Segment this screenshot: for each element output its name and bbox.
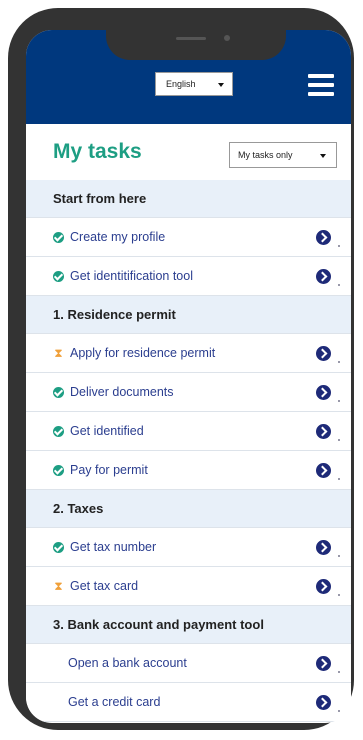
speaker-icon <box>176 37 206 40</box>
dot-marker <box>338 594 340 596</box>
check-circle-icon <box>53 426 64 437</box>
phone-notch <box>106 30 286 60</box>
task-label[interactable]: Apply for residence permit <box>70 346 215 360</box>
task-row[interactable]: Get a credit card <box>26 683 351 722</box>
task-filter-select[interactable]: My tasks only <box>229 142 337 168</box>
task-label[interactable]: Get a credit card <box>68 695 160 709</box>
task-row[interactable]: Create my profile <box>26 218 351 257</box>
task-list: Start from here Create my profile Get id… <box>26 180 351 722</box>
task-label[interactable]: Get tax card <box>70 579 138 593</box>
hourglass-icon: ⧗ <box>54 346 63 360</box>
task-label[interactable]: Create my profile <box>70 230 165 244</box>
arrow-right-circle-icon[interactable] <box>316 346 331 361</box>
arrow-right-circle-icon[interactable] <box>316 695 331 710</box>
language-select[interactable]: English <box>155 72 233 96</box>
task-label[interactable]: Pay for permit <box>70 463 148 477</box>
check-circle-icon <box>53 465 64 476</box>
task-row[interactable]: ⧗ Get tax card <box>26 567 351 606</box>
check-circle-icon <box>53 542 64 553</box>
title-bar: My tasks My tasks only <box>26 124 351 180</box>
arrow-right-circle-icon[interactable] <box>316 385 331 400</box>
task-label[interactable]: Deliver documents <box>70 385 174 399</box>
dot-marker <box>338 671 340 673</box>
check-circle-icon <box>53 271 64 282</box>
arrow-right-circle-icon[interactable] <box>316 424 331 439</box>
task-label[interactable]: Get identified <box>70 424 144 438</box>
task-label[interactable]: Get tax number <box>70 540 156 554</box>
dot-marker <box>338 284 340 286</box>
task-row[interactable]: Get identified <box>26 412 351 451</box>
task-row[interactable]: Open a bank account <box>26 644 351 683</box>
arrow-right-circle-icon[interactable] <box>316 230 331 245</box>
arrow-right-circle-icon[interactable] <box>316 540 331 555</box>
check-circle-icon <box>53 232 64 243</box>
dot-marker <box>338 478 340 480</box>
dot-marker <box>338 245 340 247</box>
task-filter-value: My tasks only <box>238 150 293 160</box>
dot-marker <box>338 361 340 363</box>
task-label[interactable]: Get identitification tool <box>70 269 193 283</box>
app-header: English <box>26 30 351 124</box>
task-row[interactable]: Get tax number <box>26 528 351 567</box>
section-header: 1. Residence permit <box>26 296 351 334</box>
check-circle-icon <box>53 387 64 398</box>
menu-bar <box>308 74 334 78</box>
hourglass-icon: ⧗ <box>54 579 63 593</box>
dot-marker <box>338 555 340 557</box>
section-header: Start from here <box>26 180 351 218</box>
arrow-right-circle-icon[interactable] <box>316 463 331 478</box>
chevron-down-icon <box>218 83 224 87</box>
arrow-right-circle-icon[interactable] <box>316 656 331 671</box>
menu-bar <box>308 92 334 96</box>
phone-frame: English My tasks My tasks only Start fro… <box>8 8 354 730</box>
page-title: My tasks <box>53 140 142 163</box>
dot-marker <box>338 439 340 441</box>
arrow-right-circle-icon[interactable] <box>316 579 331 594</box>
app-screen: English My tasks My tasks only Start fro… <box>26 30 351 723</box>
language-select-value: English <box>166 79 196 89</box>
dot-marker <box>338 400 340 402</box>
section-header: 3. Bank account and payment tool <box>26 606 351 644</box>
task-label[interactable]: Open a bank account <box>68 656 187 670</box>
section-header: 2. Taxes <box>26 490 351 528</box>
chevron-down-icon <box>320 154 326 158</box>
camera-icon <box>224 35 230 41</box>
task-row[interactable]: Deliver documents <box>26 373 351 412</box>
menu-bar <box>308 83 334 87</box>
hamburger-menu-button[interactable] <box>308 74 334 96</box>
dot-marker <box>338 710 340 712</box>
task-row[interactable]: Get identitification tool <box>26 257 351 296</box>
task-row[interactable]: Pay for permit <box>26 451 351 490</box>
arrow-right-circle-icon[interactable] <box>316 269 331 284</box>
task-row[interactable]: ⧗ Apply for residence permit <box>26 334 351 373</box>
